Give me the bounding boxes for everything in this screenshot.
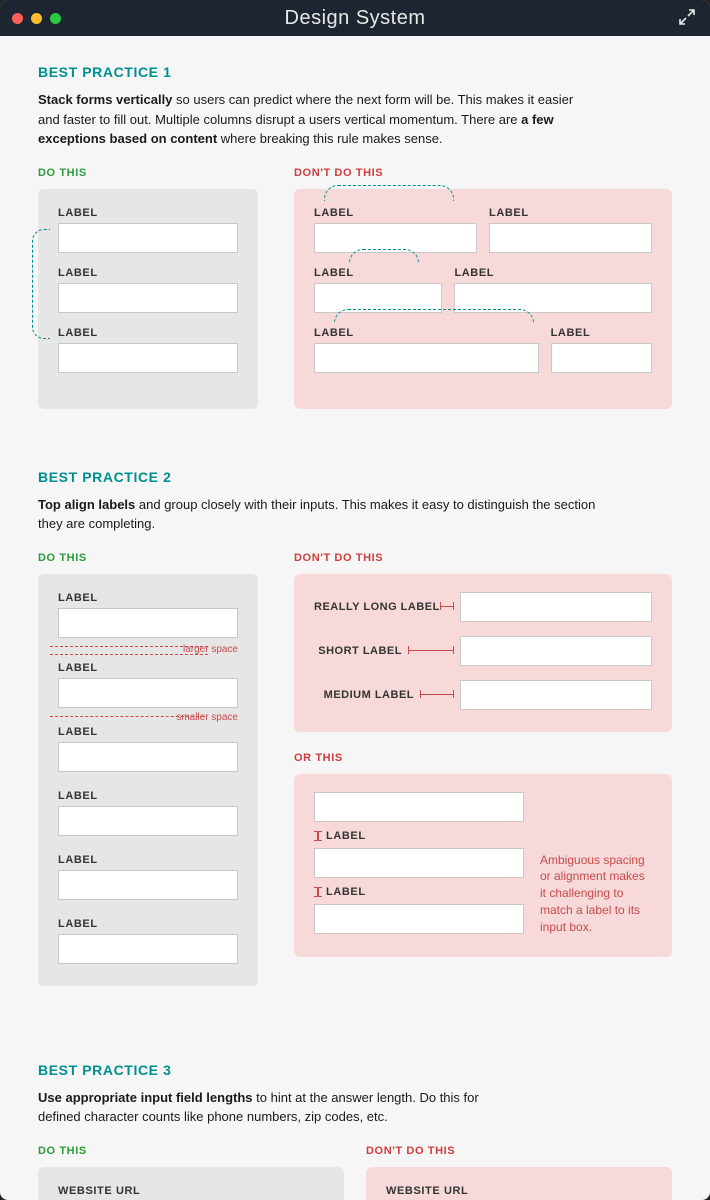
text-input[interactable] [58,283,238,313]
align-marker-icon [440,606,454,607]
field-label: LABEL [58,726,238,738]
field-label: LABEL [58,790,238,802]
align-marker-icon [408,650,454,651]
text-input[interactable] [460,592,652,622]
zoom-icon[interactable] [50,13,61,24]
spacing-marker-icon [314,831,322,841]
text-input[interactable] [58,608,238,638]
field-label: LABEL [551,327,652,339]
text-input[interactable] [58,678,238,708]
field-label: LABEL [489,207,652,219]
text-input[interactable] [58,343,238,373]
side-label: REALLY LONG LABEL [314,601,434,613]
zigzag-flow-line [324,185,454,201]
side-label: MEDIUM LABEL [314,689,414,701]
bp2-heading: BEST PRACTICE 2 [38,469,672,485]
bp1-body: Stack forms vertically so users can pred… [38,90,598,149]
bp3-do-panel: WEBSITE URL ZIP CODE [38,1167,344,1200]
dont-label: DON'T DO THIS [294,552,672,564]
url-field-label: WEBSITE URL [386,1185,652,1197]
bp3-body: Use appropriate input field lengths to h… [38,1088,518,1127]
stack-flow-line [32,229,50,339]
do-label: DO THIS [38,1145,344,1157]
field-label: LABEL [58,854,238,866]
window-title: Design System [285,7,426,30]
text-input[interactable] [314,223,477,253]
text-input[interactable] [58,742,238,772]
text-input[interactable] [460,680,652,710]
bp1-do-panel: LABEL LABEL LABEL [38,189,258,409]
field-label: LABEL [58,327,238,339]
text-input[interactable] [314,904,524,934]
or-label: OR THIS [294,752,672,764]
best-practice-2: BEST PRACTICE 2 Top align labels and gro… [38,469,672,986]
annotation-smaller-space: smaller space [176,712,238,723]
minimize-icon[interactable] [31,13,42,24]
best-practice-1: BEST PRACTICE 1 Stack forms vertically s… [38,64,672,409]
bp2-do-panel: LABEL larger space LABEL [38,574,258,986]
text-input[interactable] [551,343,652,373]
bp2-or-panel: LABEL LABEL Ambiguous spacing or alignme… [294,774,672,958]
page-content: BEST PRACTICE 1 Stack forms vertically s… [0,36,710,1200]
best-practice-3: BEST PRACTICE 3 Use appropriate input fi… [38,1062,672,1200]
field-label: LABEL [314,207,477,219]
do-label: DO THIS [38,167,258,179]
ambiguous-spacing-note: Ambiguous spacing or alignment makes it … [540,792,652,936]
side-label: SHORT LABEL [314,645,402,657]
field-label: LABEL [454,267,652,279]
field-label: LABEL [314,267,442,279]
bp2-body: Top align labels and group closely with … [38,495,598,534]
field-label: LABEL [314,327,539,339]
url-field-label: WEBSITE URL [58,1185,324,1197]
dont-label: DON'T DO THIS [366,1145,672,1157]
bp3-dont-panel: WEBSITE URL ZIP CODE [366,1167,672,1200]
field-label: LABEL [58,592,238,604]
bp1-heading: BEST PRACTICE 1 [38,64,672,80]
bp3-heading: BEST PRACTICE 3 [38,1062,672,1078]
spacing-marker-icon [314,887,322,897]
field-label: LABEL [58,207,238,219]
do-label: DO THIS [38,552,258,564]
field-label: LABEL [326,830,366,842]
bp2-dont-panel: REALLY LONG LABEL SHORT LABEL MEDIUM LAB… [294,574,672,732]
text-input[interactable] [314,343,539,373]
align-marker-icon [420,694,454,695]
text-input[interactable] [314,848,524,878]
text-input[interactable] [58,806,238,836]
text-input[interactable] [489,223,652,253]
field-label: LABEL [58,662,238,674]
text-input[interactable] [58,934,238,964]
app-window: Design System BEST PRACTICE 1 Stack form… [0,0,710,1200]
field-label: LABEL [58,918,238,930]
text-input[interactable] [58,223,238,253]
close-icon[interactable] [12,13,23,24]
text-input[interactable] [460,636,652,666]
text-input[interactable] [314,792,524,822]
dont-label: DON'T DO THIS [294,167,672,179]
text-input[interactable] [58,870,238,900]
field-label: LABEL [326,886,366,898]
titlebar: Design System [0,0,710,36]
expand-icon[interactable] [678,8,696,26]
window-controls [12,0,61,36]
bp1-dont-panel: LABEL LABEL LABEL LABEL LABEL LABEL [294,189,672,409]
text-input[interactable] [314,283,442,313]
field-label: LABEL [58,267,238,279]
text-input[interactable] [454,283,652,313]
annotation-larger-space: larger space [183,644,238,655]
